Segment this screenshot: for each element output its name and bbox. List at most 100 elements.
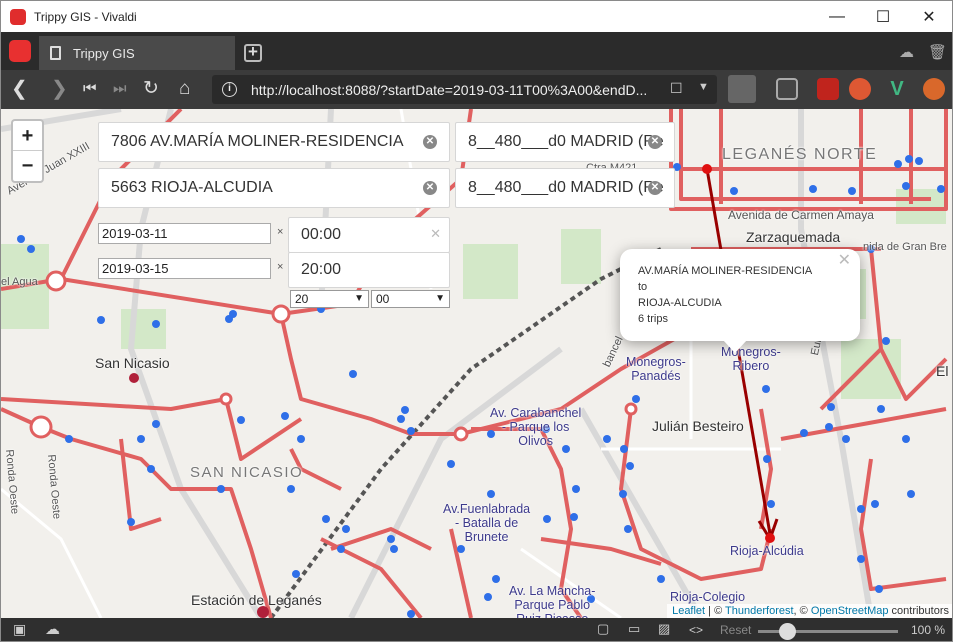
back-button[interactable]: ❮ — [11, 78, 28, 100]
bus-stop-marker[interactable] — [857, 555, 865, 563]
minute-select[interactable]: 00 ▼ — [371, 290, 450, 308]
fast-forward-button[interactable]: ⏭ — [113, 78, 127, 100]
bus-stop-marker[interactable] — [657, 575, 665, 583]
bus-stop-marker[interactable] — [492, 575, 500, 583]
osm-link[interactable]: OpenStreetMap — [811, 605, 889, 617]
bus-stop-marker[interactable] — [487, 490, 495, 498]
bus-stop-marker[interactable] — [127, 518, 135, 526]
bus-stop-marker[interactable] — [281, 412, 289, 420]
bus-stop-marker[interactable] — [800, 429, 808, 437]
bus-stop-marker[interactable] — [65, 435, 73, 443]
bus-stop-marker[interactable] — [902, 435, 910, 443]
bus-stop-marker[interactable] — [902, 182, 910, 190]
tampermonkey-icon[interactable] — [923, 78, 945, 100]
end-date-input[interactable]: 2019-03-15 — [98, 258, 271, 279]
reload-button[interactable]: ↻ — [143, 78, 159, 100]
start-time-clear-icon[interactable]: ✕ — [430, 226, 441, 242]
bus-stop-marker[interactable] — [882, 337, 890, 345]
zoom-slider-handle[interactable] — [779, 623, 796, 640]
clear-origin-line-icon[interactable]: ✕ — [648, 135, 662, 149]
bus-stop-marker[interactable] — [603, 435, 611, 443]
bus-stop-marker[interactable] — [322, 515, 330, 523]
bus-stop-marker[interactable] — [809, 185, 817, 193]
bus-stop-marker[interactable] — [342, 525, 350, 533]
bus-stop-marker[interactable] — [229, 310, 237, 318]
bus-stop-marker[interactable] — [848, 187, 856, 195]
panel-toggle-icon[interactable]: ▣ — [13, 621, 26, 638]
new-tab-button[interactable]: + — [244, 43, 262, 62]
bus-stop-marker[interactable] — [937, 185, 945, 193]
start-date-clear-icon[interactable]: × — [277, 226, 283, 238]
destination-marker[interactable] — [765, 533, 775, 543]
bus-stop-marker[interactable] — [632, 395, 640, 403]
vue-devtools-icon[interactable]: V — [886, 78, 908, 100]
origin-marker[interactable] — [702, 164, 712, 174]
bus-stop-marker[interactable] — [857, 505, 865, 513]
bus-stop-marker[interactable] — [292, 570, 300, 578]
bus-stop-marker[interactable] — [401, 406, 409, 414]
bus-stop-marker[interactable] — [620, 445, 628, 453]
bus-stop-marker[interactable] — [570, 513, 578, 521]
bus-stop-marker[interactable] — [572, 485, 580, 493]
hour-select[interactable]: 20 ▼ — [290, 290, 369, 308]
clear-destination-line-icon[interactable]: ✕ — [648, 181, 662, 195]
bus-stop-marker[interactable] — [877, 405, 885, 413]
bus-stop-marker[interactable] — [17, 235, 25, 243]
bus-stop-marker[interactable] — [147, 465, 155, 473]
start-time-input[interactable]: 00:00 ✕ — [288, 217, 450, 253]
clear-destination-icon[interactable]: ✕ — [423, 181, 437, 195]
page-actions-icon[interactable]: <> — [689, 623, 703, 637]
origin-stop-field[interactable]: 7806 AV.MARÍA MOLINER-RESIDENCIA ✕ — [98, 122, 450, 162]
bus-stop-marker[interactable] — [407, 610, 415, 618]
bus-stop-marker[interactable] — [447, 460, 455, 468]
vivaldi-menu-button[interactable] — [9, 40, 31, 62]
zoom-out-button[interactable]: − — [13, 151, 42, 181]
bus-stop-marker[interactable] — [827, 403, 835, 411]
thunderforest-link[interactable]: Thunderforest — [725, 605, 793, 617]
bus-stop-marker[interactable] — [287, 485, 295, 493]
duckduckgo-icon[interactable] — [849, 78, 871, 100]
start-date-input[interactable]: 2019-03-11 — [98, 223, 271, 244]
leaflet-link[interactable]: Leaflet — [672, 605, 705, 617]
bus-stop-marker[interactable] — [152, 420, 160, 428]
rewind-button[interactable]: ⏮ — [83, 78, 97, 100]
tab-trippy-gis[interactable]: Trippy GIS — [39, 36, 235, 70]
home-button[interactable]: ⌂ — [179, 78, 190, 100]
url-field[interactable]: i http://localhost:8088/?startDate=2019-… — [212, 75, 717, 104]
map-view[interactable]: LEGANÉS NORTE Avenida de Carmen Amaya Za… — [1, 109, 952, 618]
popup-close-icon[interactable]: ✕ — [838, 253, 851, 269]
bus-stop-marker[interactable] — [619, 490, 627, 498]
close-window-button[interactable]: ✕ — [906, 1, 952, 32]
sync-cloud-icon[interactable]: ☁ — [45, 620, 60, 638]
bus-stop-marker[interactable] — [825, 423, 833, 431]
bus-stop-marker[interactable] — [137, 435, 145, 443]
bus-stop-marker[interactable] — [484, 593, 492, 601]
capture-icon[interactable]: ▢ — [597, 621, 609, 637]
bus-stop-marker[interactable] — [624, 525, 632, 533]
bus-stop-marker[interactable] — [730, 187, 738, 195]
bus-stop-marker[interactable] — [871, 500, 879, 508]
bus-stop-marker[interactable] — [915, 157, 923, 165]
bus-stop-marker[interactable] — [337, 545, 345, 553]
extension-ghost-icon[interactable] — [776, 78, 798, 100]
trash-icon[interactable]: 🗑 — [928, 43, 947, 61]
profile-avatar[interactable] — [728, 75, 756, 103]
origin-line-field[interactable]: 8__480___d0 MADRID (Re ✕ — [455, 122, 675, 162]
bus-stop-marker[interactable] — [543, 515, 551, 523]
bus-stop-marker[interactable] — [894, 160, 902, 168]
bus-stop-marker[interactable] — [397, 415, 405, 423]
bus-stop-marker[interactable] — [626, 462, 634, 470]
bookmark-icon[interactable]: ☐ — [670, 80, 683, 97]
bus-stop-marker[interactable] — [237, 416, 245, 424]
dropdown-arrow-icon[interactable]: ▼ — [698, 81, 709, 93]
bus-stop-marker[interactable] — [767, 500, 775, 508]
images-icon[interactable]: ▨ — [658, 621, 670, 637]
tiling-icon[interactable]: ▭ — [628, 621, 640, 637]
bus-stop-marker[interactable] — [763, 455, 771, 463]
end-time-input[interactable]: 20:00 — [288, 252, 450, 288]
site-info-icon[interactable]: i — [222, 82, 237, 97]
san-nicasio-station-marker[interactable] — [129, 373, 139, 383]
cloud-icon[interactable]: ☁ — [899, 43, 914, 61]
end-date-clear-icon[interactable]: × — [277, 261, 283, 273]
bus-stop-marker[interactable] — [905, 155, 913, 163]
